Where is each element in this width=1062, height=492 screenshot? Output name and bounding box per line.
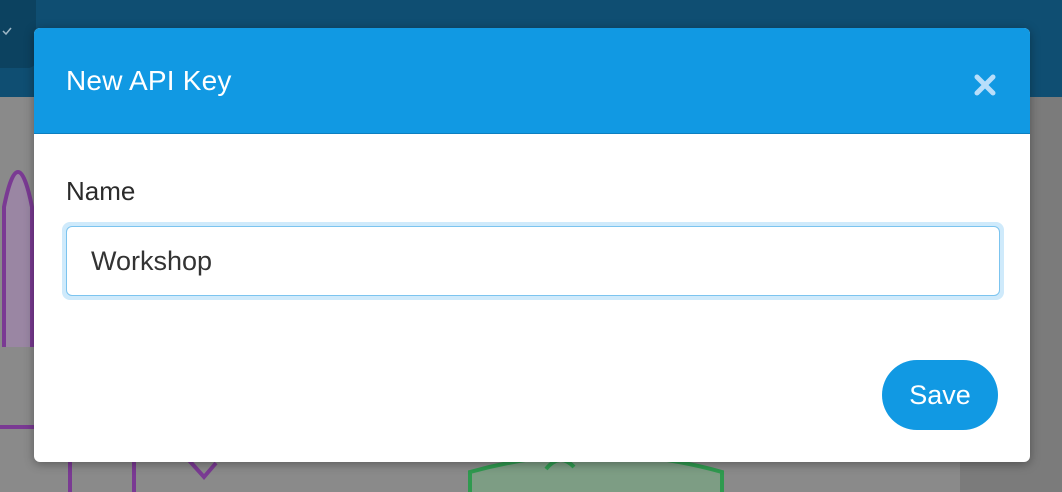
new-api-key-dialog: New API Key Name Save (34, 28, 1030, 462)
close-icon (974, 74, 996, 96)
name-field-focus-ring (62, 222, 1004, 300)
dialog-body: Name Save (34, 134, 1030, 462)
topbar-action-button[interactable] (0, 0, 36, 68)
checkmark-icon (2, 27, 12, 36)
name-field-label: Name (66, 176, 136, 206)
name-input[interactable] (66, 226, 1000, 296)
dialog-title: New API Key (66, 65, 232, 96)
save-button[interactable]: Save (882, 360, 998, 430)
close-button[interactable] (972, 72, 998, 98)
dialog-header: New API Key (34, 28, 1030, 134)
